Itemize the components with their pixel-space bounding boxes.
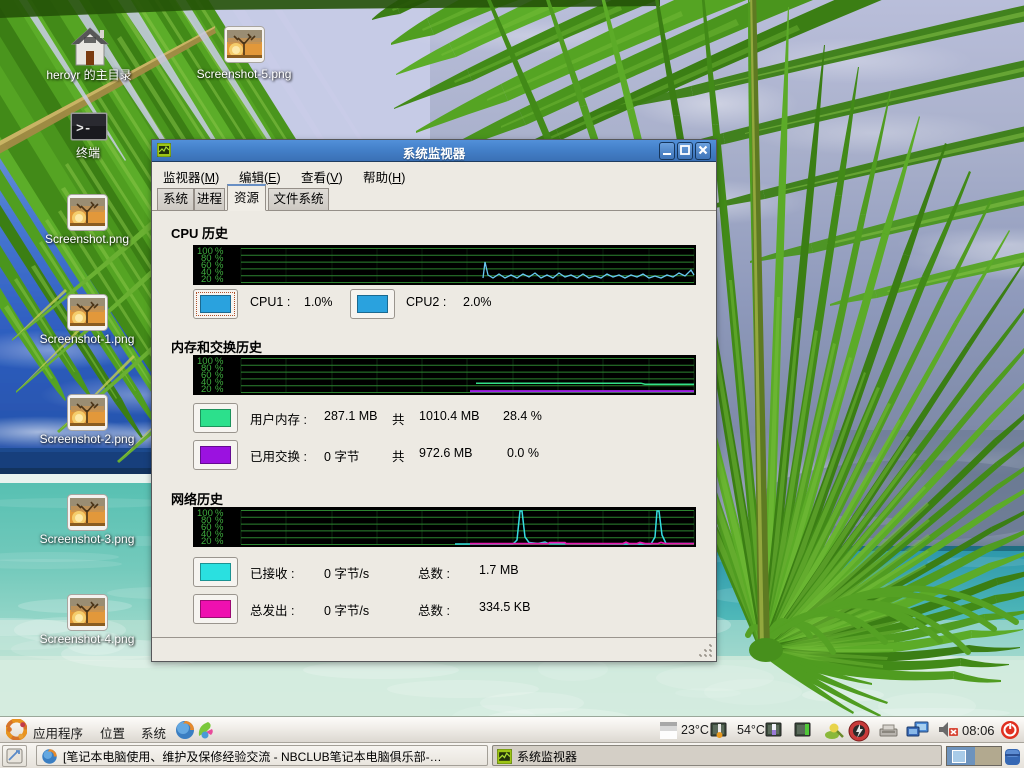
- svg-text:%: %: [215, 536, 224, 547]
- svg-text:%: %: [215, 274, 224, 285]
- svg-text:%: %: [215, 384, 224, 395]
- svg-text:20: 20: [201, 384, 212, 395]
- svg-text:20: 20: [201, 274, 212, 285]
- svg-text:20: 20: [201, 536, 212, 547]
- svg-text:>-: >-: [76, 121, 92, 136]
